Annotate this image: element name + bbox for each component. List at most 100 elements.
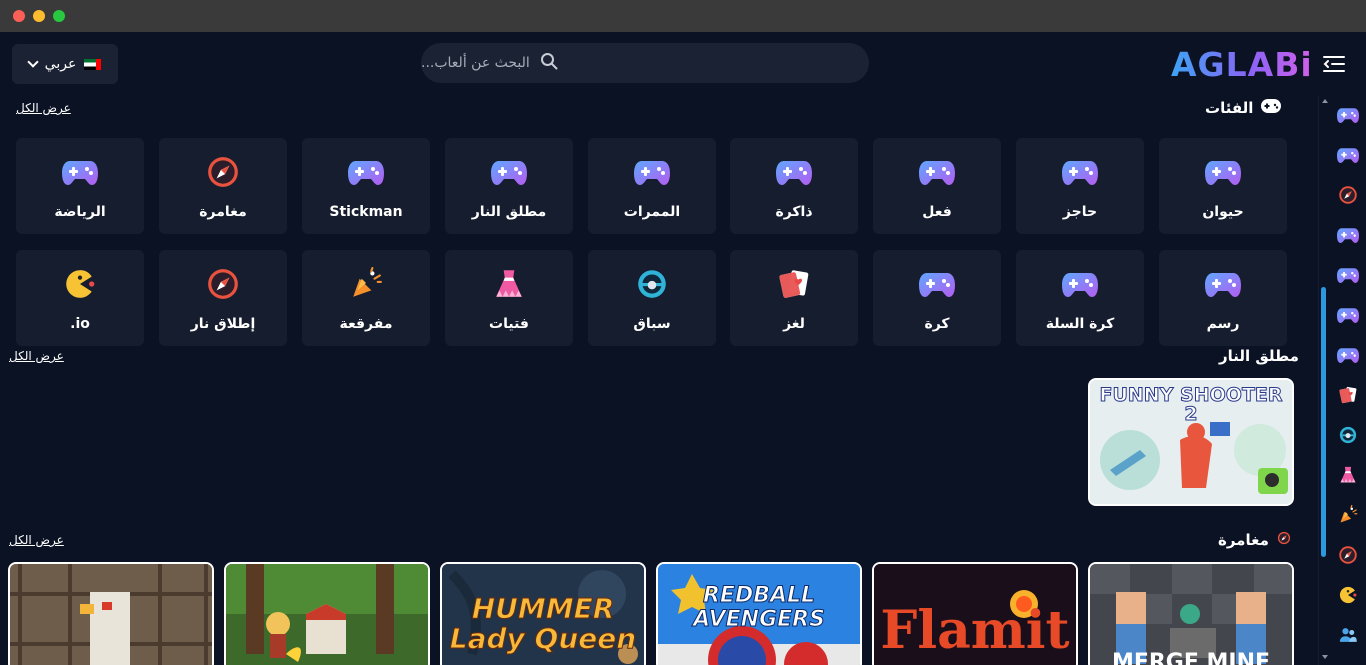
- sidebar-dress-icon[interactable]: [1337, 464, 1359, 486]
- dress-icon: [491, 266, 527, 302]
- category-card[interactable]: مغامرة: [159, 138, 287, 234]
- window-titlebar: [0, 0, 1366, 32]
- game-title: MERGE MINE: [1111, 650, 1271, 665]
- minimize-window-button[interactable]: [33, 10, 45, 22]
- category-label: ذاكرة: [775, 204, 813, 220]
- game-title: FUNNY SHOOTER 2: [1099, 384, 1283, 425]
- sidebar-compass-icon[interactable]: [1337, 184, 1359, 206]
- category-label: لغز: [783, 316, 805, 332]
- sidebar-party-popper-icon[interactable]: [1337, 504, 1359, 526]
- game-card-adventure-6[interactable]: [8, 562, 214, 665]
- category-label: io.: [70, 316, 90, 332]
- search-icon: [540, 52, 558, 74]
- adventure-view-all-link[interactable]: عرض الكل: [9, 533, 64, 547]
- pacman-icon: [62, 266, 98, 302]
- category-label: رسم: [1206, 316, 1240, 332]
- language-selector[interactable]: عربي: [12, 44, 118, 84]
- category-card[interactable]: إطلاق نار: [159, 250, 287, 346]
- category-card[interactable]: سباق: [588, 250, 716, 346]
- category-card[interactable]: مطلق النار: [445, 138, 573, 234]
- category-label: إطلاق نار: [190, 316, 256, 332]
- gamepad-icon: [348, 154, 384, 190]
- game-card-merge-mine[interactable]: MERGE MINE: [1088, 562, 1294, 665]
- sidebar-scrollbar[interactable]: [1321, 287, 1326, 557]
- game-card-funny-shooter-2[interactable]: FUNNY SHOOTER 2: [1088, 378, 1294, 506]
- game-title: HUMMER Lady Queen: [449, 592, 637, 655]
- sidebar-gamepad-icon[interactable]: [1337, 224, 1359, 246]
- category-card[interactable]: io.: [16, 250, 144, 346]
- sidebar-gamepad-icon[interactable]: [1337, 144, 1359, 166]
- menu-collapse-icon[interactable]: [1322, 52, 1346, 76]
- shooter-title-text: مطلق النار: [1219, 347, 1299, 365]
- game-title: Flamit: [880, 600, 1070, 661]
- maximize-window-button[interactable]: [53, 10, 65, 22]
- category-card[interactable]: حيوان: [1159, 138, 1287, 234]
- close-window-button[interactable]: [13, 10, 25, 22]
- categories-title-text: الفئات: [1205, 99, 1254, 117]
- category-label: فعل: [922, 204, 952, 220]
- game-card-hummer-lady-queen[interactable]: HUMMER Lady Queen: [440, 562, 646, 665]
- gamepad-icon: [919, 266, 955, 302]
- gamepad-icon: [62, 154, 98, 190]
- gamepad-icon: [1205, 266, 1241, 302]
- category-label: سباق: [633, 316, 671, 332]
- search-placeholder: البحث عن ألعاب...: [421, 55, 530, 71]
- sidebar-cards-icon[interactable]: [1337, 384, 1359, 406]
- categories-view-all-link[interactable]: عرض الكل: [16, 101, 71, 115]
- category-card[interactable]: لغز: [730, 250, 858, 346]
- gamepad-icon: [1261, 99, 1282, 117]
- compass-icon: [205, 154, 241, 190]
- category-card[interactable]: الممرات: [588, 138, 716, 234]
- chevron-down-icon: [27, 56, 39, 68]
- category-card[interactable]: كرة: [873, 250, 1001, 346]
- compass-icon: [205, 266, 241, 302]
- category-card[interactable]: الرياضة: [16, 138, 144, 234]
- category-label: الرياضة: [54, 204, 106, 220]
- category-label: مطلق النار: [471, 204, 547, 220]
- game-card-redball-avengers[interactable]: REDBALL AVENGERS: [656, 562, 862, 665]
- category-label: مغامرة: [199, 204, 247, 220]
- category-card[interactable]: Stickman: [302, 138, 430, 234]
- sidebar-gamepad-icon[interactable]: [1337, 104, 1359, 126]
- site-logo[interactable]: AGLABi: [1171, 46, 1316, 84]
- sidebar-gamepad-icon[interactable]: [1337, 264, 1359, 286]
- category-card[interactable]: حاجز: [1016, 138, 1144, 234]
- sidebar-gamepad-icon[interactable]: [1337, 304, 1359, 326]
- sidebar-steering-wheel-icon[interactable]: [1337, 424, 1359, 446]
- category-card[interactable]: فتيات: [445, 250, 573, 346]
- shooter-section-title: مطلق النار: [1219, 347, 1299, 365]
- shooter-view-all-link[interactable]: عرض الكل: [9, 349, 64, 363]
- compass-icon: [1277, 531, 1291, 549]
- category-card[interactable]: ذاكرة: [730, 138, 858, 234]
- category-label: Stickman: [329, 204, 403, 220]
- gamepad-icon: [1062, 154, 1098, 190]
- adventure-title-text: مغامرة: [1218, 531, 1269, 549]
- categories-title: الفئات: [1205, 99, 1282, 117]
- gamepad-icon: [1062, 266, 1098, 302]
- adventure-section-title: مغامرة: [1218, 531, 1291, 549]
- gamepad-icon: [919, 154, 955, 190]
- language-label: عربي: [44, 56, 77, 72]
- site-header: عربي البحث عن ألعاب... AGLABi: [0, 32, 1366, 96]
- gamepad-icon: [776, 154, 812, 190]
- category-card[interactable]: كرة السلة: [1016, 250, 1144, 346]
- sidebar-compass-icon[interactable]: [1337, 544, 1359, 566]
- game-thumbnail: [226, 564, 428, 665]
- category-card[interactable]: فعل: [873, 138, 1001, 234]
- category-label: الممرات: [623, 204, 681, 220]
- game-card-flamit[interactable]: Flamit: [872, 562, 1078, 665]
- category-label: فتيات: [489, 316, 529, 332]
- scroll-up-arrow-icon[interactable]: [1322, 99, 1328, 103]
- scroll-down-arrow-icon[interactable]: [1322, 655, 1328, 659]
- game-thumbnail: [10, 564, 212, 665]
- category-card[interactable]: رسم: [1159, 250, 1287, 346]
- party-popper-icon: [348, 266, 384, 302]
- gamepad-icon: [491, 154, 527, 190]
- sidebar-pacman-icon[interactable]: [1337, 584, 1359, 606]
- game-card-adventure-5[interactable]: [224, 562, 430, 665]
- sidebar-users-icon[interactable]: [1337, 624, 1359, 646]
- search-input[interactable]: البحث عن ألعاب...: [421, 43, 869, 83]
- category-card[interactable]: مفرقعة: [302, 250, 430, 346]
- sidebar-gamepad-icon[interactable]: [1337, 344, 1359, 366]
- category-label: حيوان: [1202, 204, 1244, 220]
